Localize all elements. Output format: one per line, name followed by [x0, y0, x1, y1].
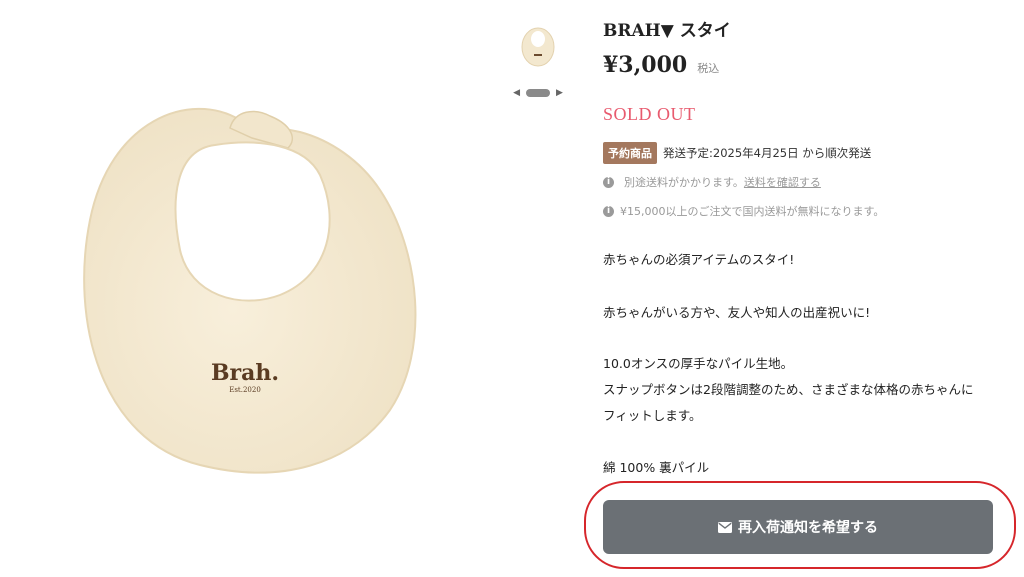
mail-icon [718, 521, 732, 533]
info-icon: i [603, 205, 614, 217]
material-info: 綿 100% 裏パイル [603, 460, 710, 475]
shipping-fee-notice: i 別途送料がかかります。 送料を確認する [603, 174, 821, 190]
sold-out-status: SOLD OUT [603, 104, 696, 124]
product-title: BRAH▼ スタイ [603, 21, 731, 41]
thumbnail-scrollbar[interactable] [526, 89, 550, 97]
description-line: 赤ちゃんの必須アイテムのスタイ! [603, 252, 795, 267]
prev-arrow-icon[interactable]: ◀ [513, 88, 520, 98]
free-shipping-text: ¥15,000以上のご注文で国内送料が無料になります。 [620, 205, 885, 218]
description-line: 赤ちゃんがいる方や、友人や知人の出産祝いに! [603, 305, 871, 320]
product-logo: Brah. Est.2020 [190, 362, 300, 394]
description-line: 10.0オンスの厚手なパイル生地。 [603, 356, 794, 371]
preorder-badge: 予約商品 [603, 142, 657, 164]
price-row: ¥3,000 税込 [603, 52, 719, 78]
restock-button-label: 再入荷通知を希望する [738, 520, 878, 536]
description-line: スナップボタンは2段階調整のため、さまざまな体格の赤ちゃんに [603, 382, 974, 397]
next-arrow-icon[interactable]: ▶ [556, 88, 563, 98]
shipping-fee-link[interactable]: 送料を確認する [744, 174, 821, 190]
logo-text: Brah. [210, 360, 280, 386]
description-line: フィットします。 [603, 408, 702, 423]
shipping-fee-text: 別途送料がかかります。 [624, 176, 744, 189]
product-page: Brah. Est.2020 ◀ ▶ BRAH▼ スタイ ¥3,000 税込 S… [0, 0, 1024, 577]
info-icon: i [603, 176, 614, 188]
restock-notify-button[interactable]: 再入荷通知を希望する [603, 500, 993, 554]
logo-subtext: Est.2020 [229, 386, 261, 394]
product-thumbnail[interactable] [518, 22, 558, 68]
free-shipping-notice: i ¥15,000以上のご注文で国内送料が無料になります。 [603, 203, 884, 219]
product-main-image[interactable]: Brah. Est.2020 [30, 50, 480, 510]
preorder-row: 予約商品 発送予定:2025年4月25日 から順次発送 [603, 142, 871, 164]
tax-label: 税込 [697, 62, 720, 75]
thumbnail-nav: ◀ ▶ [508, 86, 568, 100]
product-price: ¥3,000 [603, 52, 688, 78]
shipping-schedule: 発送予定:2025年4月25日 から順次発送 [663, 146, 872, 160]
